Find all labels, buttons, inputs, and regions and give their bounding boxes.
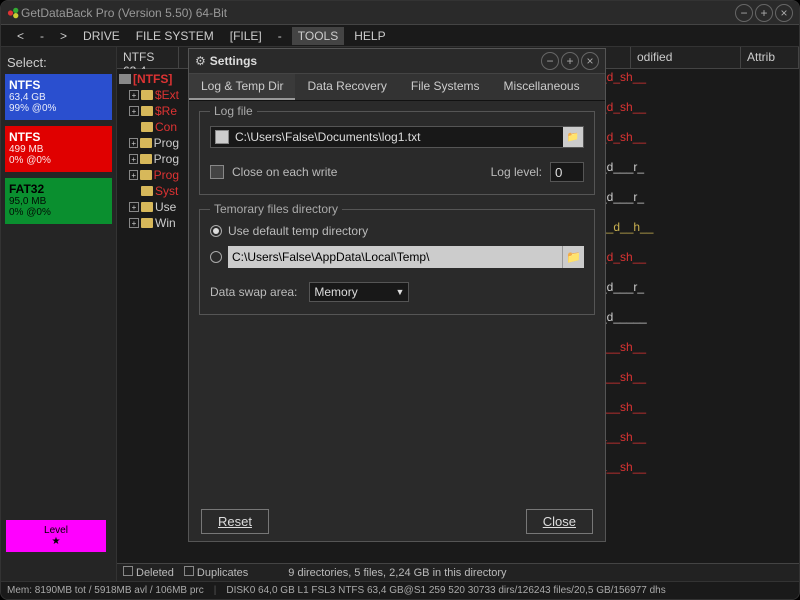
tree-item[interactable]: +$Re: [129, 103, 179, 119]
star-icon: ★: [52, 536, 61, 547]
menubar: < - > DRIVE FILE SYSTEM [FILE] - TOOLS H…: [1, 25, 799, 47]
browse-icon[interactable]: 📁: [562, 246, 584, 268]
folder-icon: [141, 90, 153, 100]
chevron-down-icon: ▼: [395, 287, 404, 297]
tree-item[interactable]: +Use: [129, 199, 179, 215]
tempdir-fieldset: Temorary files directory Use default tem…: [199, 209, 595, 315]
logfile-fieldset: Log file 📁 Close on each write Log level…: [199, 111, 595, 195]
folder-icon: [141, 106, 153, 116]
reset-button[interactable]: Reset: [201, 509, 269, 534]
view-statusbar: Deleted Duplicates 9 directories, 5 file…: [117, 563, 799, 581]
settings-dialog: ⚙ Settings − + × Log & Temp Dir Data Rec…: [188, 48, 606, 542]
folder-icon: [140, 170, 151, 180]
mem-status: Mem: 8190MB tot / 5918MB avl / 106MB prc: [7, 585, 204, 596]
menu-dash2: -: [272, 27, 288, 45]
folder-icon: [141, 186, 153, 196]
drive-icon: [119, 73, 131, 85]
folder-icon: [141, 218, 153, 228]
logfile-path-input[interactable]: [233, 130, 563, 144]
menu-tools[interactable]: TOOLS: [292, 27, 344, 45]
tab-log-temp[interactable]: Log & Temp Dir: [189, 74, 295, 100]
menu-filesystem[interactable]: FILE SYSTEM: [130, 27, 220, 45]
deleted-checkbox[interactable]: [123, 566, 133, 576]
tree-item[interactable]: +Prog: [129, 151, 179, 167]
folder-icon: [141, 202, 153, 212]
logfile-enable-checkbox[interactable]: [215, 130, 229, 144]
folder-icon: [140, 138, 151, 148]
volume-sidebar: Select: NTFS 63,4 GB 99% @0% NTFS 499 MB…: [1, 47, 117, 581]
tree-item[interactable]: +Win: [129, 215, 179, 231]
browse-icon[interactable]: 📁: [563, 127, 583, 147]
tree-item[interactable]: +Syst: [129, 183, 179, 199]
loglevel-input[interactable]: [550, 162, 584, 182]
dialog-tabs: Log & Temp Dir Data Recovery File System…: [189, 73, 605, 101]
col-attrib[interactable]: Attrib: [741, 47, 799, 68]
footer-statusbar: Mem: 8190MB tot / 5918MB avl / 106MB prc…: [1, 581, 799, 599]
col-name[interactable]: NTFS 63,4: [117, 47, 179, 68]
close-button[interactable]: ×: [775, 4, 793, 22]
nav-fwd[interactable]: >: [54, 27, 73, 45]
close-button[interactable]: Close: [526, 509, 593, 534]
volume-ntfs-2[interactable]: NTFS 499 MB 0% @0%: [5, 126, 112, 172]
temp-default-radio[interactable]: [210, 225, 222, 237]
nav-dash: -: [34, 27, 50, 45]
menu-drive[interactable]: DRIVE: [77, 27, 126, 45]
gear-icon: ⚙: [195, 54, 206, 68]
temp-custom-radio[interactable]: [210, 251, 222, 263]
minimize-button[interactable]: −: [735, 4, 753, 22]
maximize-button[interactable]: +: [755, 4, 773, 22]
select-label: Select:: [5, 51, 112, 74]
folder-tree[interactable]: [NTFS] +$Ext +$Re +Con +Prog +Prog +Prog…: [117, 69, 181, 563]
menu-help[interactable]: HELP: [348, 27, 391, 45]
folder-icon: [141, 122, 153, 132]
tree-item[interactable]: +$Ext: [129, 87, 179, 103]
dialog-title: Settings: [210, 54, 541, 68]
level-badge[interactable]: Level ★: [6, 520, 106, 552]
swap-area-select[interactable]: Memory ▼: [309, 282, 409, 302]
tree-item[interactable]: +Prog: [129, 167, 179, 183]
app-icon: [7, 6, 21, 20]
tempdir-path-input[interactable]: [228, 250, 562, 264]
folder-icon: [140, 154, 151, 164]
directory-summary: 9 directories, 5 files, 2,24 GB in this …: [258, 567, 793, 579]
tab-data-recovery[interactable]: Data Recovery: [295, 74, 398, 100]
titlebar: GetDataBack Pro (Version 5.50) 64-Bit − …: [1, 1, 799, 25]
window-title: GetDataBack Pro (Version 5.50) 64-Bit: [21, 6, 735, 20]
tab-file-systems[interactable]: File Systems: [399, 74, 492, 100]
dialog-maximize-button[interactable]: +: [561, 52, 579, 70]
col-modified[interactable]: odified: [631, 47, 741, 68]
dialog-close-button[interactable]: ×: [581, 52, 599, 70]
nav-back[interactable]: <: [11, 27, 30, 45]
dialog-minimize-button[interactable]: −: [541, 52, 559, 70]
disk-status: DISK0 64,0 GB L1 FSL3 NTFS 63,4 GB@S1 25…: [226, 585, 665, 596]
menu-file[interactable]: [FILE]: [224, 27, 268, 45]
close-on-write-checkbox[interactable]: [210, 165, 224, 179]
tab-misc[interactable]: Miscellaneous: [492, 74, 592, 100]
duplicates-checkbox[interactable]: [184, 566, 194, 576]
tree-item[interactable]: +Con: [129, 119, 179, 135]
volume-fat32[interactable]: FAT32 95,0 MB 0% @0%: [5, 178, 112, 224]
volume-ntfs-1[interactable]: NTFS 63,4 GB 99% @0%: [5, 74, 112, 120]
tree-item[interactable]: +Prog: [129, 135, 179, 151]
